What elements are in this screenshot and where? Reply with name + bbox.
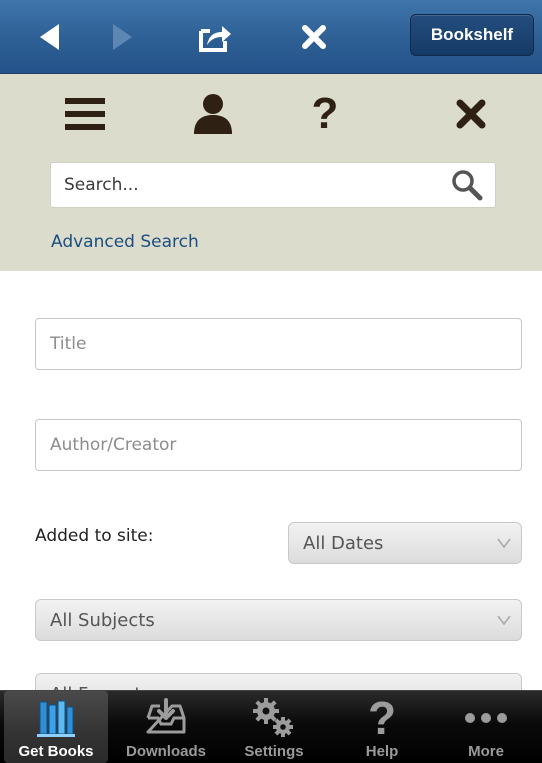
subjects-select-value: All Subjects [50, 609, 155, 631]
tab-label: Get Books [18, 743, 94, 760]
download-tray-icon [114, 697, 218, 739]
share-icon [199, 25, 231, 52]
back-button[interactable] [28, 0, 72, 73]
more-dots-icon [434, 697, 538, 739]
forward-arrow-icon [113, 23, 132, 50]
bookshelf-button[interactable]: Bookshelf [410, 14, 534, 56]
user-icon [194, 94, 232, 134]
forward-button[interactable] [100, 0, 144, 73]
search-box [50, 162, 496, 208]
dates-select[interactable]: All Dates [288, 522, 522, 564]
tab-settings[interactable]: Settings [222, 691, 326, 763]
dates-select-value: All Dates [303, 532, 384, 554]
share-button[interactable] [190, 0, 240, 73]
tab-label: Downloads [125, 743, 206, 760]
tab-label: More [468, 743, 504, 760]
search-button[interactable] [443, 163, 491, 207]
tab-label: Settings [244, 743, 304, 760]
advanced-search-link[interactable]: Advanced Search [51, 232, 199, 252]
chevron-down-icon [487, 600, 521, 640]
tab-more[interactable]: More [434, 691, 538, 763]
tab-get-books[interactable]: Get Books [4, 691, 108, 763]
author-field[interactable] [35, 419, 522, 471]
added-to-site-label: Added to site: [35, 526, 154, 546]
help-button[interactable]: ? [300, 88, 350, 140]
search-input[interactable] [51, 163, 431, 207]
tab-help[interactable]: ? Help [330, 691, 434, 763]
tab-downloads[interactable]: Downloads [114, 691, 218, 763]
top-nav-bar: Bookshelf [0, 0, 542, 74]
back-arrow-icon [40, 23, 59, 50]
close-icon [456, 99, 486, 129]
help-icon: ? [367, 692, 397, 744]
title-field[interactable] [35, 318, 522, 370]
menu-icon [65, 98, 105, 130]
subjects-select[interactable]: All Subjects [35, 599, 522, 641]
tab-label: Help [365, 743, 399, 760]
close-panel-button[interactable] [446, 88, 496, 140]
close-button[interactable] [290, 0, 338, 73]
search-icon [452, 170, 483, 201]
chevron-down-icon [487, 523, 521, 563]
bottom-tab-bar: Get Books Downloads Settings ? Help More [0, 690, 542, 763]
gears-icon [222, 697, 326, 739]
bookshelf-label: Bookshelf [430, 25, 514, 44]
books-icon [4, 697, 108, 739]
help-icon: ? [311, 89, 339, 138]
close-icon [302, 24, 326, 49]
search-panel: ? Advanced Search [0, 74, 542, 271]
menu-button[interactable] [60, 88, 110, 140]
account-button[interactable] [188, 88, 238, 140]
